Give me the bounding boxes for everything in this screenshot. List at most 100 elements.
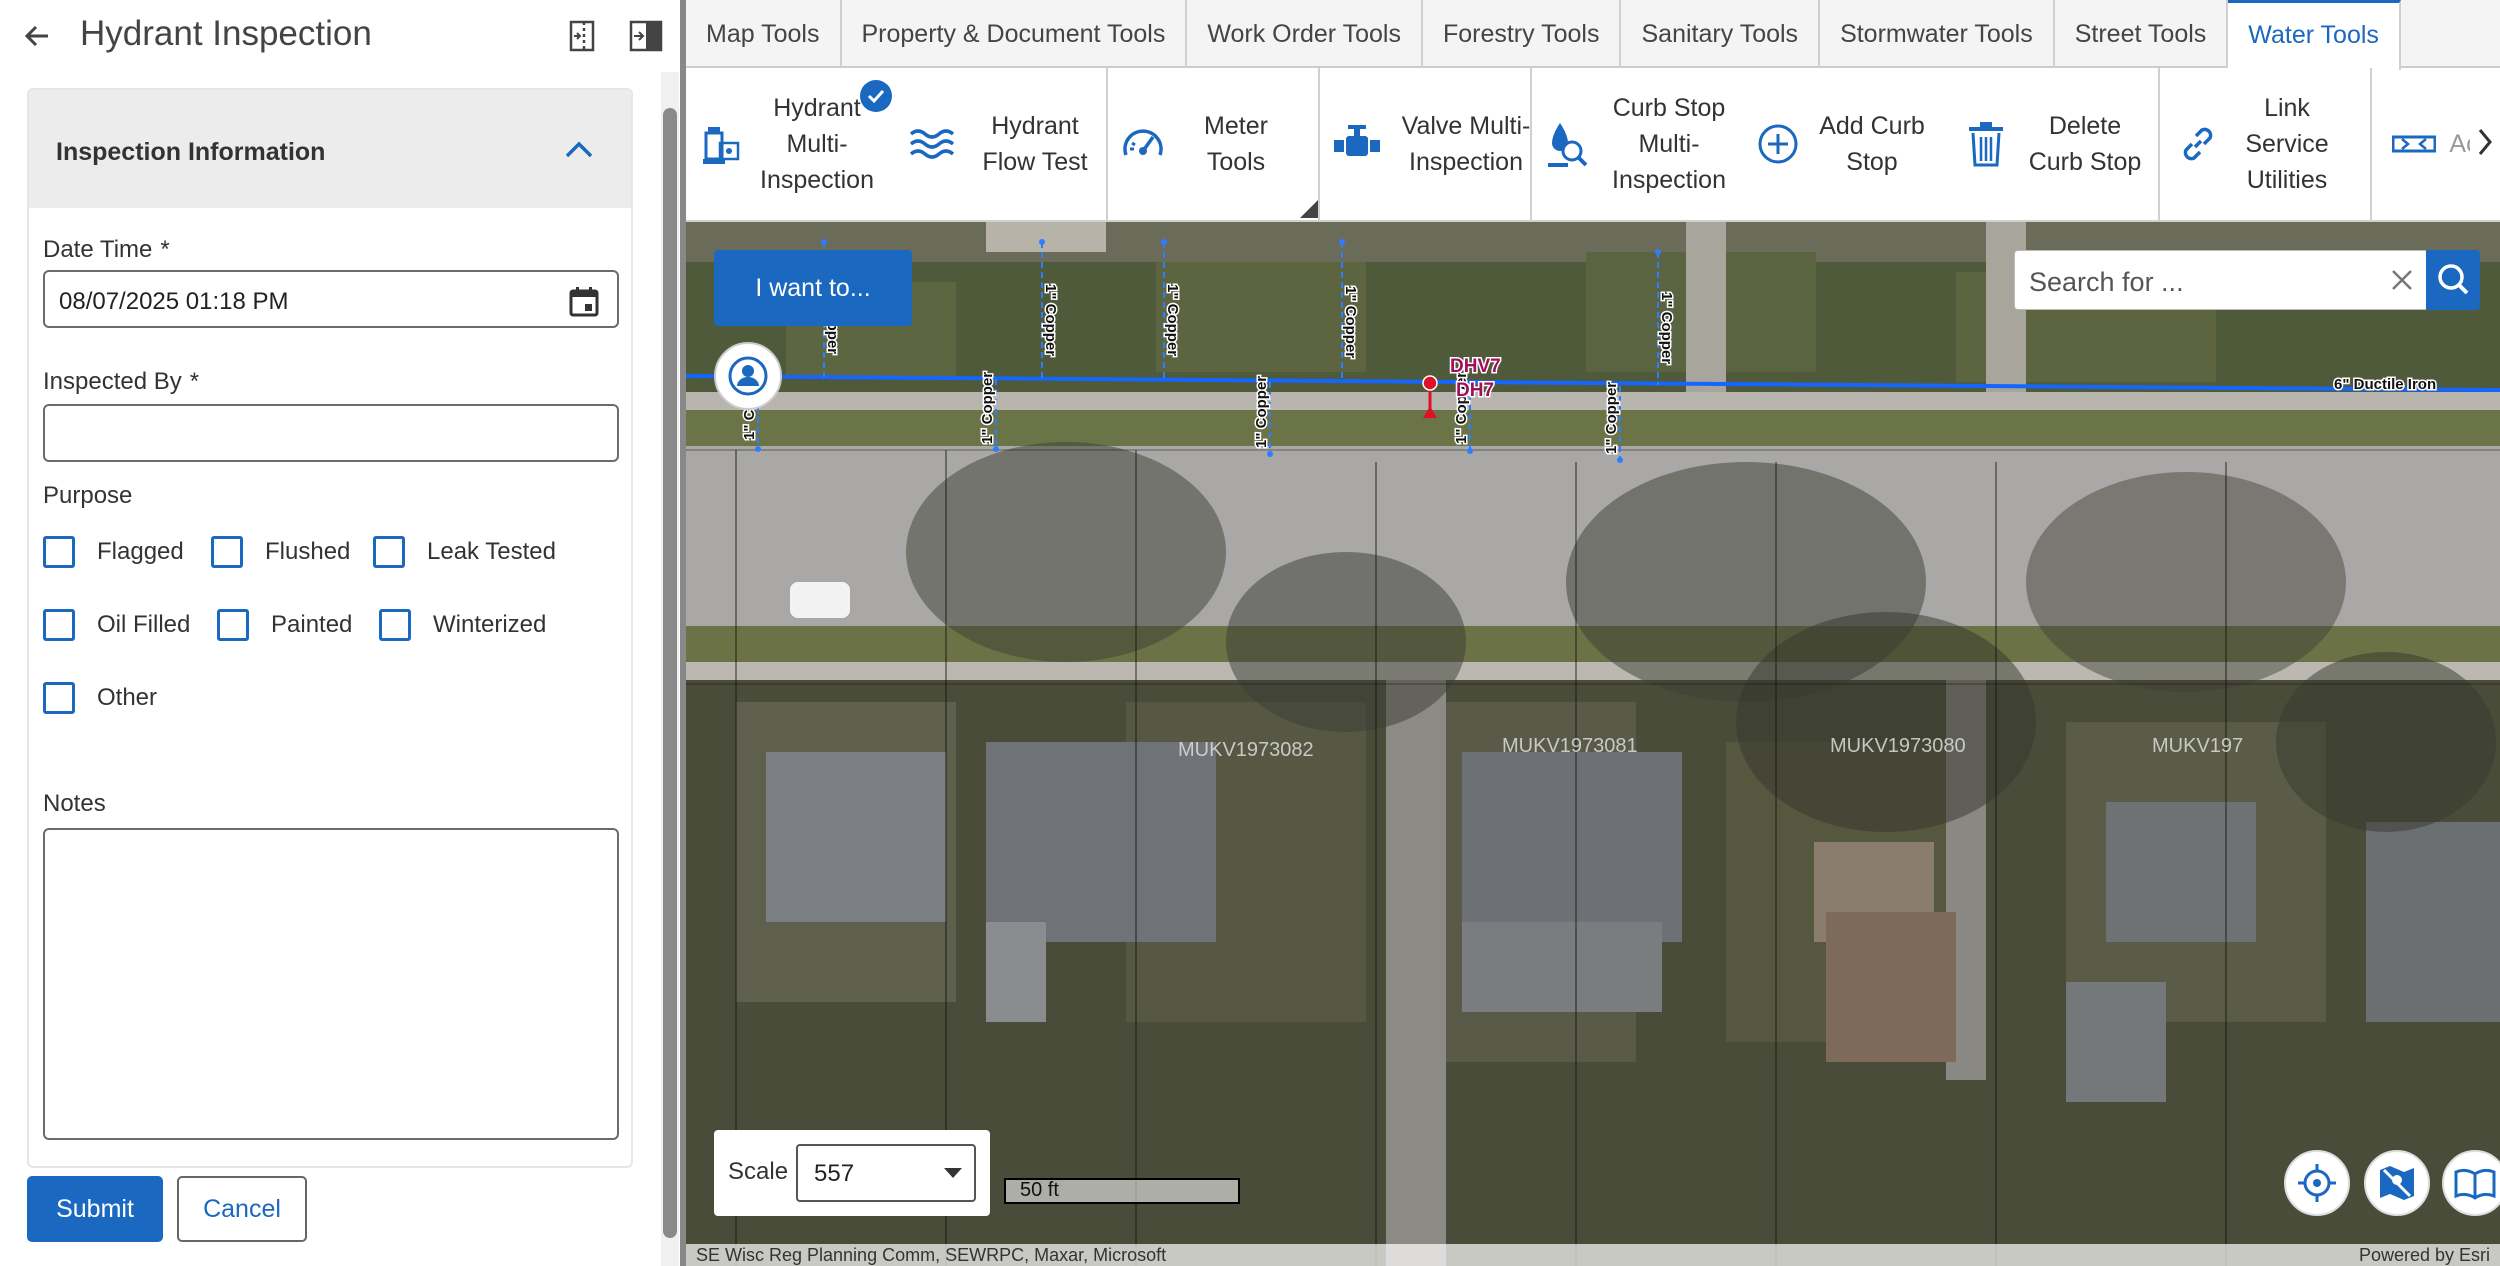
parcel-label: MUKV1973081 (1502, 735, 1638, 757)
notes-label: Notes (43, 790, 106, 817)
checkbox-box[interactable] (43, 609, 75, 641)
powered-by-text[interactable]: Powered by Esri (2359, 1245, 2490, 1266)
expand-panel-icon[interactable] (626, 16, 666, 56)
panel-header: Hydrant Inspection (0, 0, 680, 72)
valve-icon (1334, 125, 1380, 156)
service-endpoint (993, 446, 999, 452)
service-endpoint (1161, 239, 1167, 245)
trash-icon (1969, 122, 2003, 167)
service-endpoint (1267, 451, 1273, 457)
delete-curb-stop-button[interactable]: Delete Curb Stop (1966, 68, 2150, 220)
submit-button[interactable]: Submit (27, 1176, 163, 1242)
service-label: 1" Copper (979, 372, 996, 444)
hydrant-icon (703, 127, 740, 164)
service-label: 1" Copper (1342, 286, 1359, 358)
scale-value: 557 (814, 1160, 855, 1187)
service-endpoint (821, 239, 827, 245)
ribbon-separator (2370, 68, 2372, 220)
water-main-line (686, 374, 2500, 392)
search-button[interactable] (2426, 250, 2480, 310)
close-icon[interactable] (2385, 263, 2419, 297)
ribbon-separator (1318, 68, 1320, 220)
service-label: 1" Copper (1164, 284, 1181, 356)
tab-forestry-tools[interactable]: Forestry Tools (1423, 0, 1622, 68)
panel-title: Hydrant Inspection (80, 14, 372, 53)
valve-multi-inspection-button[interactable]: Valve Multi-Inspection (1332, 68, 1536, 220)
bookmarks-button[interactable] (2442, 1150, 2500, 1216)
i-want-to-button[interactable]: I want to... (714, 250, 912, 326)
parcel-label: MUKV1973082 (1178, 739, 1314, 761)
hydrant-flow-test-button[interactable]: Hydrant Flow Test (908, 68, 1100, 220)
date-time-field[interactable]: 08/07/2025 01:18 PM (43, 270, 619, 328)
ribbon-separator (1106, 68, 1108, 220)
checkbox-winterized[interactable]: Winterized (379, 605, 546, 645)
chevron-right-icon (2478, 129, 2492, 155)
add-curb-stop-button[interactable]: Add Curb Stop (1756, 68, 1932, 220)
panel-scrollbar[interactable] (661, 72, 679, 1266)
hydrant-label: DH7 (1456, 380, 1494, 401)
search-input[interactable]: Search for ... (2029, 267, 2184, 298)
scale-control: Scale 557 (714, 1130, 990, 1216)
checkbox-box[interactable] (211, 536, 243, 568)
checkbox-box[interactable] (43, 536, 75, 568)
map-pin-off-icon (2380, 1166, 2414, 1200)
toolbar: Map Tools Property & Document Tools Work… (686, 0, 2500, 222)
scale-bar-label: 50 ft (1020, 1179, 1059, 1201)
tab-map-tools[interactable]: Map Tools (686, 0, 842, 68)
checkbox-box[interactable] (43, 682, 75, 714)
checkbox-other[interactable]: Other (43, 678, 157, 718)
user-icon (728, 356, 768, 396)
checkbox-oil-filled[interactable]: Oil Filled (43, 605, 190, 645)
chevron-up-icon[interactable] (561, 132, 597, 168)
scrollbar-thumb[interactable] (663, 108, 677, 1238)
tab-water-tools[interactable]: Water Tools (2228, 0, 2401, 70)
form-scroll-area[interactable]: Inspection Information Date Time * 08/07/… (0, 88, 660, 1168)
map-tools-button[interactable] (2364, 1150, 2430, 1216)
main-label: 6" Ductile Iron (2334, 376, 2436, 393)
checkbox-flushed[interactable]: Flushed (211, 532, 350, 572)
curb-stop-search-icon (1548, 123, 1588, 167)
checkbox-box[interactable] (373, 536, 405, 568)
water-flow-icon (909, 129, 955, 159)
swap-pipes-icon (2392, 135, 2436, 153)
service-endpoint (1039, 239, 1045, 245)
utility-overlay: 1" Copper 1" Copper 1" Copper 1" Copper … (686, 239, 2500, 761)
meter-tools-button[interactable]: Meter Tools (1120, 68, 1292, 220)
scale-label: Scale (728, 1158, 789, 1185)
scale-select[interactable]: 557 (796, 1144, 976, 1202)
tab-property-document-tools[interactable]: Property & Document Tools (842, 0, 1188, 68)
notes-textarea[interactable] (43, 828, 619, 1140)
tab-sanitary-tools[interactable]: Sanitary Tools (1621, 0, 1821, 68)
section-header[interactable]: Inspection Information (29, 90, 631, 208)
ribbon-scroll-right-button[interactable] (2470, 68, 2500, 220)
calendar-icon[interactable] (567, 284, 601, 318)
dock-panel-icon[interactable] (562, 16, 602, 56)
inspected-by-field[interactable] (43, 404, 619, 462)
inspection-information-section: Inspection Information Date Time * 08/07/… (27, 88, 633, 1168)
service-label: 1" Copper (1253, 376, 1270, 448)
cancel-button[interactable]: Cancel (177, 1176, 307, 1242)
search-box[interactable]: Search for ... (2014, 250, 2434, 310)
locate-me-button[interactable] (2284, 1150, 2350, 1216)
open-book-icon (2454, 1168, 2496, 1200)
tab-street-tools[interactable]: Street Tools (2055, 0, 2229, 68)
checkbox-leak-tested[interactable]: Leak Tested (373, 532, 556, 572)
back-arrow-icon[interactable] (18, 16, 58, 56)
service-endpoint (1655, 249, 1661, 255)
search-icon (2438, 264, 2469, 295)
checkbox-flagged[interactable]: Flagged (43, 532, 184, 572)
curb-stop-multi-inspection-button[interactable]: Curb Stop Multi-Inspection (1546, 68, 1734, 220)
section-title: Inspection Information (56, 138, 326, 166)
checkbox-box[interactable] (217, 609, 249, 641)
checkbox-painted[interactable]: Painted (217, 605, 352, 645)
link-icon (2183, 127, 2213, 161)
checkbox-box[interactable] (379, 609, 411, 641)
link-service-utilities-button[interactable]: Link Service Utilities (2178, 68, 2342, 220)
tab-stormwater-tools[interactable]: Stormwater Tools (1820, 0, 2055, 68)
hydrant-multi-inspection-button[interactable]: Hydrant Multi-Inspection (700, 68, 882, 220)
user-location-button[interactable] (714, 342, 782, 410)
map-view[interactable]: 1" Copper 1" Copper 1" Copper 1" Copper … (686, 222, 2500, 1266)
date-time-label: Date Time * (43, 236, 170, 263)
tab-work-order-tools[interactable]: Work Order Tools (1187, 0, 1423, 68)
ribbon-separator (2158, 68, 2160, 220)
